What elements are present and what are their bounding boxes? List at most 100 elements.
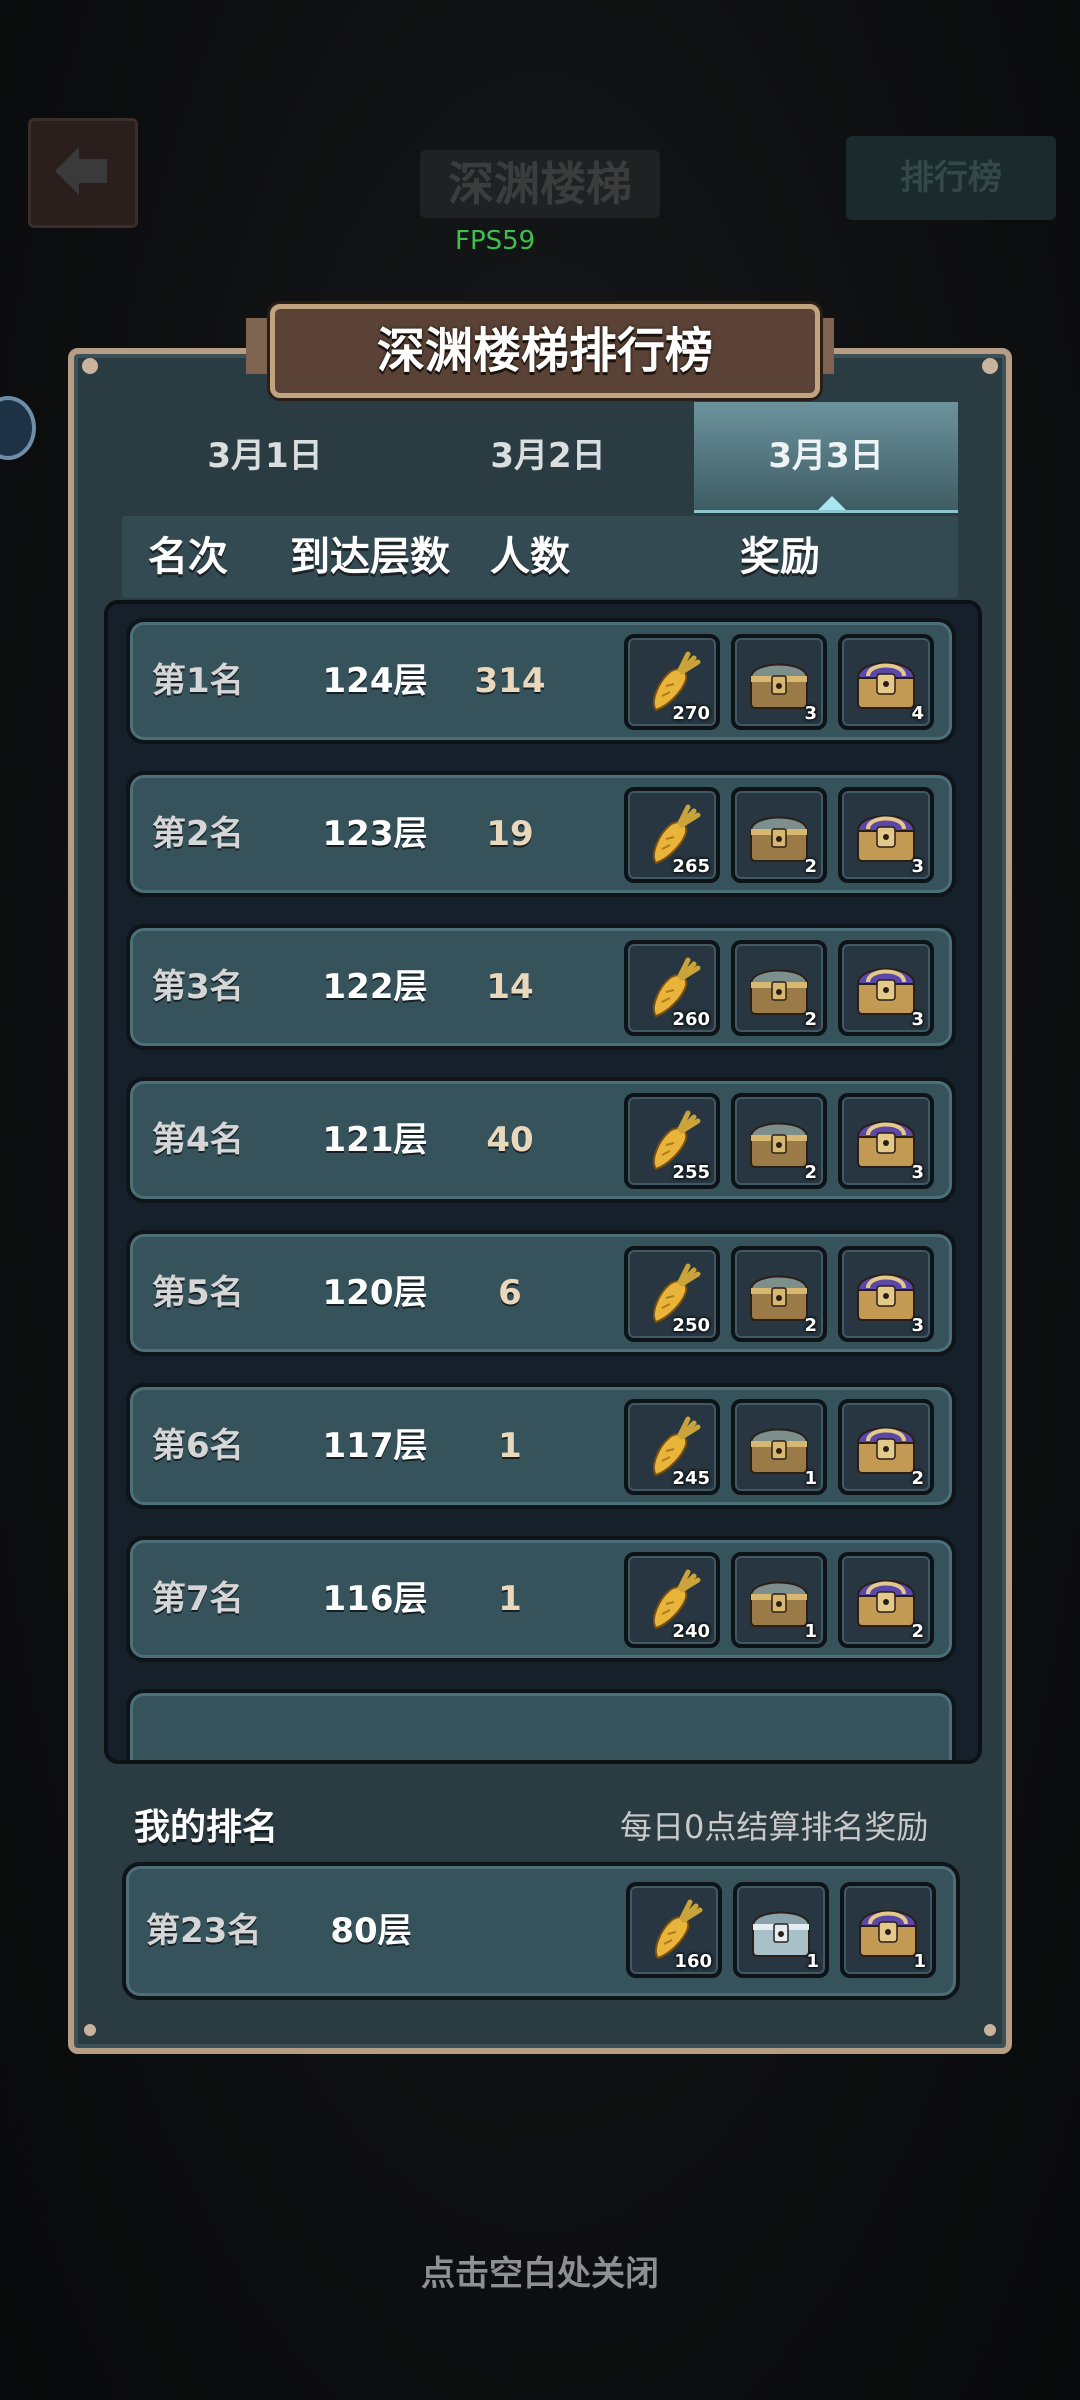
tab-mar-1[interactable]: 3月1日 xyxy=(170,402,360,510)
reward-quantity: 265 xyxy=(672,856,710,877)
player-count: 14 xyxy=(486,967,534,1007)
row-reward-slot[interactable]: 2 xyxy=(838,1552,934,1648)
row-reward-slot[interactable]: 1 xyxy=(731,1552,827,1648)
player-count: 1 xyxy=(498,1579,522,1619)
rank-label: 第5名 xyxy=(152,1273,244,1313)
reward-quantity: 1 xyxy=(913,1951,926,1972)
reward-quantity: 2 xyxy=(911,1468,924,1489)
row-reward-slot[interactable]: 2 xyxy=(731,1093,827,1189)
ranking-row: 第2名 123层 19 265 2 3 xyxy=(126,771,956,897)
player-count: 6 xyxy=(498,1273,522,1313)
reward-quantity: 240 xyxy=(672,1621,710,1642)
ranking-row: 第5名 120层 6 250 2 3 xyxy=(126,1230,956,1356)
ranking-list[interactable]: 第1名 124层 314 270 3 4 第2名 123层 19 265 2 3 第3名 122层 14 26… xyxy=(104,600,982,1764)
reward-quantity: 255 xyxy=(672,1162,710,1183)
panel-rivet xyxy=(982,358,998,374)
reward-quantity: 2 xyxy=(804,1009,817,1030)
reward-quantity: 2 xyxy=(804,856,817,877)
reward-quantity: 1 xyxy=(806,1951,819,1972)
floor-label: 123层 xyxy=(322,814,428,854)
reward-quantity: 3 xyxy=(911,1162,924,1183)
row-reward-slot[interactable]: 4 xyxy=(838,634,934,730)
reward-quantity: 3 xyxy=(804,703,817,724)
row-reward-slot[interactable]: 260 xyxy=(624,940,720,1036)
rank-label: 第3名 xyxy=(152,967,244,1007)
reward-quantity: 270 xyxy=(672,703,710,724)
ranking-row: 第6名 117层 1 245 1 2 xyxy=(126,1383,956,1509)
row-reward-slot[interactable]: 240 xyxy=(624,1552,720,1648)
col-count: 人数 xyxy=(490,534,570,580)
panel-rivet xyxy=(84,2024,96,2036)
reward-quantity: 1 xyxy=(804,1621,817,1642)
rank-label: 第2名 xyxy=(152,814,244,854)
row-reward-slot[interactable]: 2 xyxy=(731,1246,827,1342)
reward-quantity: 4 xyxy=(911,703,924,724)
player-count: 1 xyxy=(498,1426,522,1466)
fps-counter: FPS59 xyxy=(455,226,536,256)
reward-quantity: 3 xyxy=(911,1009,924,1030)
row-reward-slot[interactable]: 3 xyxy=(838,787,934,883)
reward-quantity: 245 xyxy=(672,1468,710,1489)
panel-title: 深渊楼梯排行榜 xyxy=(270,304,820,398)
col-reward: 奖励 xyxy=(740,534,820,580)
close-hint[interactable]: 点击空白处关闭 xyxy=(0,2246,1080,2295)
bg-page-title: 深渊楼梯 xyxy=(448,157,632,211)
reward-quantity: 160 xyxy=(674,1951,712,1972)
settlement-note: 每日0点结算排名奖励 xyxy=(620,1808,929,1846)
floor-label: 122层 xyxy=(322,967,428,1007)
ranking-row: 第3名 122层 14 260 2 3 xyxy=(126,924,956,1050)
active-tab-indicator xyxy=(818,496,846,510)
column-header: 名次 到达层数 人数 奖励 xyxy=(122,516,958,598)
player-count: 19 xyxy=(486,814,534,854)
rank-label: 第4名 xyxy=(152,1120,244,1160)
row-reward-slot[interactable]: 2 xyxy=(838,1399,934,1495)
reward-quantity: 1 xyxy=(804,1468,817,1489)
reward-quantity: 3 xyxy=(911,1315,924,1336)
row-reward-slot[interactable]: 2 xyxy=(731,787,827,883)
floor-label: 116层 xyxy=(322,1579,428,1619)
ranking-row: 第4名 121层 40 255 2 3 xyxy=(126,1077,956,1203)
reward-quantity: 2 xyxy=(911,1621,924,1642)
row-reward-slot[interactable]: 1 xyxy=(731,1399,827,1495)
floor-label: 121层 xyxy=(322,1120,428,1160)
row-reward-slot[interactable]: 265 xyxy=(624,787,720,883)
ranking-row: 第7名 116层 1 240 1 2 xyxy=(126,1536,956,1662)
my-floor: 80层 xyxy=(330,1911,412,1951)
panel-rivet xyxy=(984,2024,996,2036)
row-reward-slot[interactable]: 255 xyxy=(624,1093,720,1189)
row-reward-slot[interactable]: 3 xyxy=(731,634,827,730)
tab-mar-2[interactable]: 3月2日 xyxy=(448,402,648,510)
my-rank-row: 第23名 80层 160 1 1 xyxy=(122,1862,960,2000)
my-reward-slot[interactable]: 1 xyxy=(733,1882,829,1978)
floor-label: 117层 xyxy=(322,1426,428,1466)
back-arrow-icon xyxy=(55,147,107,195)
floor-label: 120层 xyxy=(322,1273,428,1313)
ranking-row: 第1名 124层 314 270 3 4 xyxy=(126,618,956,744)
reward-quantity: 2 xyxy=(804,1162,817,1183)
my-rank-title: 我的排名 xyxy=(134,1807,279,1848)
reward-quantity: 2 xyxy=(804,1315,817,1336)
rank-label: 第7名 xyxy=(152,1579,244,1619)
reward-quantity: 3 xyxy=(911,856,924,877)
row-reward-slot[interactable]: 250 xyxy=(624,1246,720,1342)
row-reward-slot[interactable]: 245 xyxy=(624,1399,720,1495)
my-reward-slot[interactable]: 1 xyxy=(840,1882,936,1978)
back-button[interactable] xyxy=(28,118,138,228)
player-count: 314 xyxy=(474,661,546,701)
leaderboard-button[interactable]: 排行榜 xyxy=(846,136,1056,220)
floor-label: 124层 xyxy=(322,661,428,701)
rank-label: 第1名 xyxy=(152,661,244,701)
my-reward-slot[interactable]: 160 xyxy=(626,1882,722,1978)
row-reward-slot[interactable]: 3 xyxy=(838,1093,934,1189)
rank-label: 第6名 xyxy=(152,1426,244,1466)
ranking-row-partial xyxy=(126,1689,956,1760)
col-rank: 名次 xyxy=(148,534,228,580)
player-count: 40 xyxy=(486,1120,534,1160)
my-rank: 第23名 xyxy=(146,1911,262,1951)
row-reward-slot[interactable]: 270 xyxy=(624,634,720,730)
row-reward-slot[interactable]: 3 xyxy=(838,1246,934,1342)
row-reward-slot[interactable]: 2 xyxy=(731,940,827,1036)
reward-quantity: 250 xyxy=(672,1315,710,1336)
panel-rivet xyxy=(82,358,98,374)
row-reward-slot[interactable]: 3 xyxy=(838,940,934,1036)
